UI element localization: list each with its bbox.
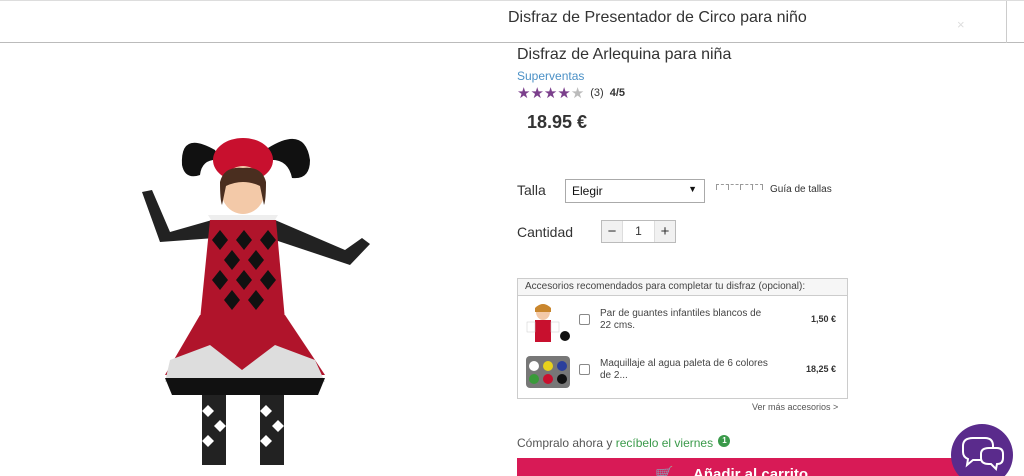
delivery-prefix: Cómpralo ahora y <box>517 436 616 450</box>
star-empty-icon: ★ <box>570 84 585 102</box>
accessory-name[interactable]: Maquillaje al agua paleta de 6 colores d… <box>600 358 775 382</box>
gloves-thumbnail[interactable] <box>525 302 571 344</box>
accessory-price: 18,25 € <box>805 364 836 374</box>
add-to-cart-button[interactable]: 🛒 Añadir al carrito <box>517 458 967 476</box>
more-accessories-link[interactable]: Ver más accesorios > <box>752 402 838 412</box>
star-icon: ★ <box>517 84 531 102</box>
delivery-info: Cómpralo ahora y recíbelo el viernes 1 <box>517 435 731 450</box>
star-icon: ★ <box>557 84 571 102</box>
star-icon: ★ <box>543 84 558 102</box>
accessories-title: Accesorios recomendados para completar t… <box>518 279 847 296</box>
ruler-icon[interactable] <box>716 184 763 190</box>
accessory-item: Par de guantes infantiles blancos de 22 … <box>518 299 847 347</box>
review-count[interactable]: (3) <box>590 87 603 99</box>
close-icon[interactable]: × <box>957 17 965 32</box>
makeup-palette-thumbnail[interactable] <box>525 352 571 394</box>
accessory-price: 1,50 € <box>810 314 836 324</box>
add-to-cart-label: Añadir al carrito <box>693 466 809 476</box>
increase-button[interactable]: + <box>655 221 675 242</box>
quantity-stepper[interactable]: − 1 + <box>601 220 676 243</box>
divider <box>1006 1 1007 43</box>
size-guide-link[interactable]: Guía de tallas <box>770 184 832 195</box>
bestseller-badge[interactable]: Superventas <box>517 69 584 83</box>
accessories-box: Accesorios recomendados para completar t… <box>517 278 848 399</box>
product-price: 18.95 € <box>527 112 588 132</box>
gloves-checkbox[interactable] <box>579 314 590 325</box>
size-label: Talla <box>517 182 546 198</box>
chat-bubbles-icon <box>962 437 1004 472</box>
product-rating[interactable]: ★ ★ ★ ★ ★ (3) 4/5 <box>517 85 625 101</box>
accessory-item: Maquillaje al agua paleta de 6 colores d… <box>518 349 847 397</box>
accessory-name[interactable]: Par de guantes infantiles blancos de 22 … <box>600 308 775 332</box>
makeup-checkbox[interactable] <box>579 364 590 375</box>
quantity-label: Cantidad <box>517 224 574 240</box>
rating-score: 4/5 <box>609 87 626 99</box>
product-image[interactable] <box>120 120 400 476</box>
rating-stars: ★ ★ ★ ★ ★ <box>517 86 584 101</box>
size-select[interactable]: Elegir ▼ <box>565 179 705 203</box>
decrease-button[interactable]: − <box>602 221 622 242</box>
header-title: Disfraz de Presentador de Circo para niñ… <box>508 9 807 26</box>
product-title: Disfraz de Arlequina para niña <box>517 46 732 63</box>
star-icon: ★ <box>530 84 544 102</box>
quantity-input[interactable]: 1 <box>622 221 655 242</box>
cart-icon: 🛒 <box>655 466 674 476</box>
chat-button[interactable] <box>951 424 1013 476</box>
dropdown-arrow-icon: ▼ <box>688 184 697 194</box>
delivery-day: recíbelo el viernes <box>615 436 714 450</box>
info-icon[interactable]: 1 <box>718 435 731 447</box>
sticky-header: Disfraz de Presentador de Circo para niñ… <box>0 0 1024 43</box>
size-select-value: Elegir <box>572 184 603 198</box>
